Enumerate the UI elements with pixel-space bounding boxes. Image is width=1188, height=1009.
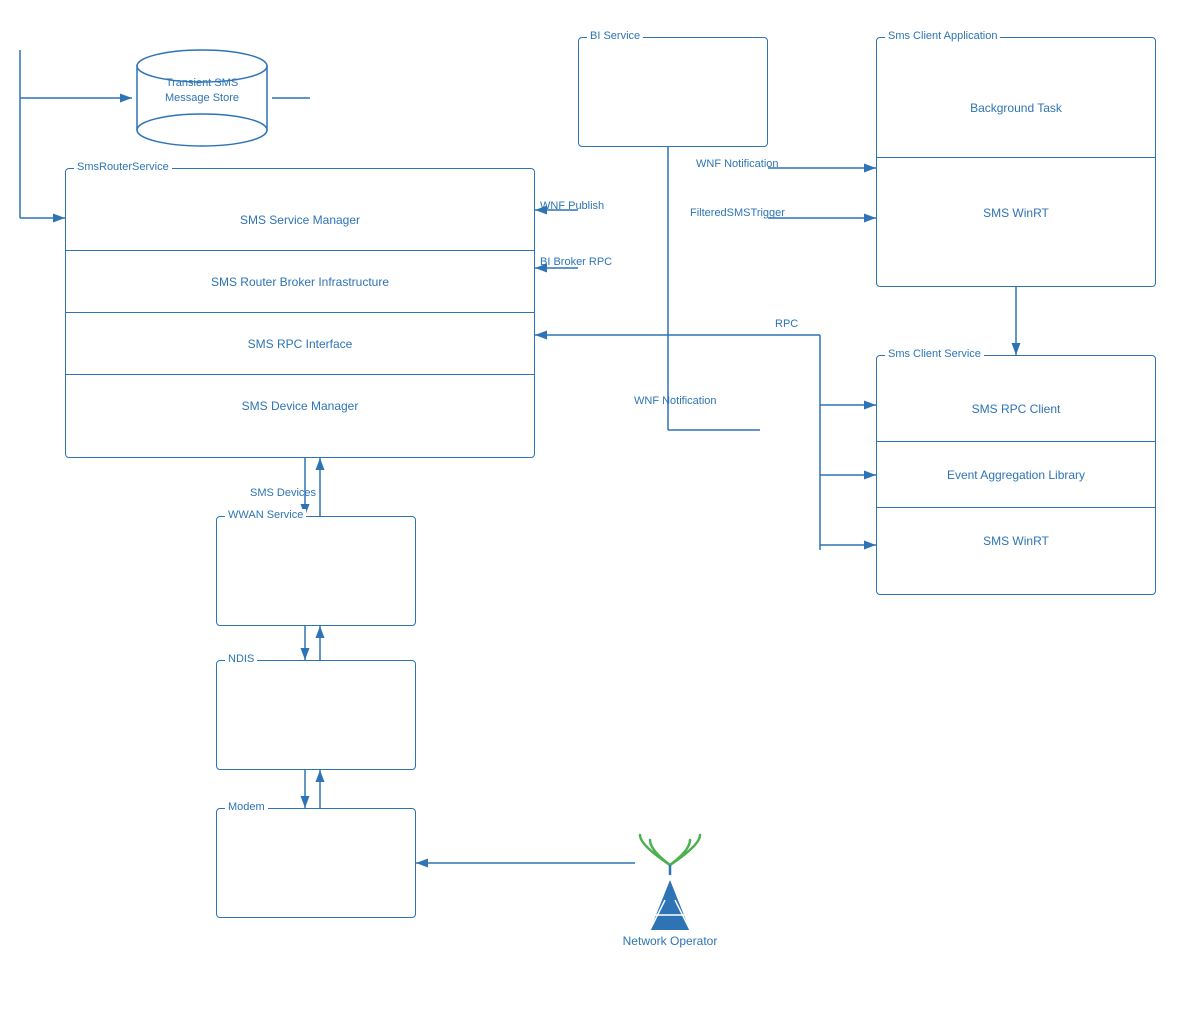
sms-router-broker-row: SMS Router Broker Infrastructure xyxy=(66,251,534,313)
network-operator-label: Network Operator xyxy=(623,934,718,948)
diagram-container: Transient SMSMessage Store SmsRouterServ… xyxy=(0,0,1188,1009)
ndis-box: NDIS xyxy=(216,660,416,770)
sms-winrt-service-row: SMS WinRT xyxy=(877,508,1155,574)
sms-router-service-box: SmsRouterService SMS Service Manager SMS… xyxy=(65,168,535,458)
bi-service-label: BI Service xyxy=(587,30,643,42)
network-operator-container: Network Operator xyxy=(610,820,730,948)
sms-client-app-box: Sms Client Application Background Task S… xyxy=(876,37,1156,287)
event-aggregation-row: Event Aggregation Library xyxy=(877,442,1155,508)
sms-devices-label: SMS Devices xyxy=(250,487,316,499)
sms-rpc-client-row: SMS RPC Client xyxy=(877,376,1155,442)
modem-label: Modem xyxy=(225,801,268,813)
modem-box: Modem xyxy=(216,808,416,918)
rpc-label: RPC xyxy=(775,318,798,330)
wnf-publish-label: WNF Publish xyxy=(540,200,604,212)
tower-body-svg xyxy=(630,880,710,930)
sms-client-service-box: Sms Client Service SMS RPC Client Event … xyxy=(876,355,1156,595)
wwan-service-box: WWAN Service xyxy=(216,516,416,626)
background-task-row: Background Task xyxy=(877,58,1155,158)
sms-client-app-label: Sms Client Application xyxy=(885,30,1000,42)
ndis-label: NDIS xyxy=(225,653,257,665)
sms-router-service-label: SmsRouterService xyxy=(74,161,172,173)
tower-signal-svg xyxy=(630,820,710,880)
sms-service-manager-row: SMS Service Manager xyxy=(66,189,534,251)
wwan-service-label: WWAN Service xyxy=(225,509,306,521)
wnf-notification-top-label: WNF Notification xyxy=(696,158,779,170)
bi-service-box: BI Service xyxy=(578,37,768,147)
sms-device-manager-row: SMS Device Manager xyxy=(66,375,534,437)
wnf-notification-bottom-label: WNF Notification xyxy=(634,395,717,407)
sms-client-service-label: Sms Client Service xyxy=(885,348,984,360)
sms-winrt-app-row: SMS WinRT xyxy=(877,158,1155,268)
sms-rpc-interface-row: SMS RPC Interface xyxy=(66,313,534,375)
filtered-sms-trigger-label: FilteredSMSTrigger xyxy=(690,207,785,219)
bi-broker-rpc-label: BI Broker RPC xyxy=(540,256,612,268)
transient-sms-container: Transient SMSMessage Store xyxy=(132,48,272,148)
transient-sms-label: Transient SMSMessage Store xyxy=(132,76,272,107)
